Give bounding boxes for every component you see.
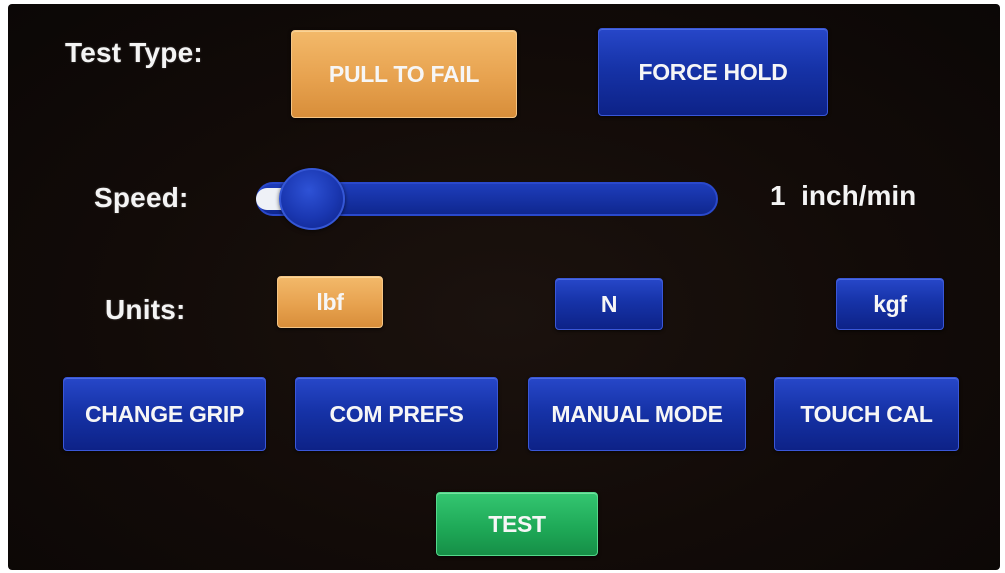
units-label: Units: — [105, 294, 186, 325]
force-hold-button[interactable]: FORCE HOLD — [598, 28, 828, 116]
units-lbf-button[interactable]: lbf — [277, 276, 383, 328]
speed-slider-knob[interactable] — [279, 168, 345, 230]
change-grip-button[interactable]: CHANGE GRIP — [63, 377, 266, 451]
units-n-button[interactable]: N — [555, 278, 663, 330]
speed-value-readout: 1 inch/min — [770, 180, 917, 211]
test-type-label: Test Type: — [65, 37, 203, 68]
com-prefs-button[interactable]: COM PREFS — [295, 377, 498, 451]
speed-label: Speed: — [94, 182, 189, 213]
touch-screen-panel: Test Type: PULL TO FAIL FORCE HOLD Speed… — [8, 4, 1000, 570]
test-button[interactable]: TEST — [436, 492, 598, 556]
pull-to-fail-button[interactable]: PULL TO FAIL — [291, 30, 517, 118]
units-kgf-button[interactable]: kgf — [836, 278, 944, 330]
manual-mode-button[interactable]: MANUAL MODE — [528, 377, 746, 451]
touch-cal-button[interactable]: TOUCH CAL — [774, 377, 959, 451]
